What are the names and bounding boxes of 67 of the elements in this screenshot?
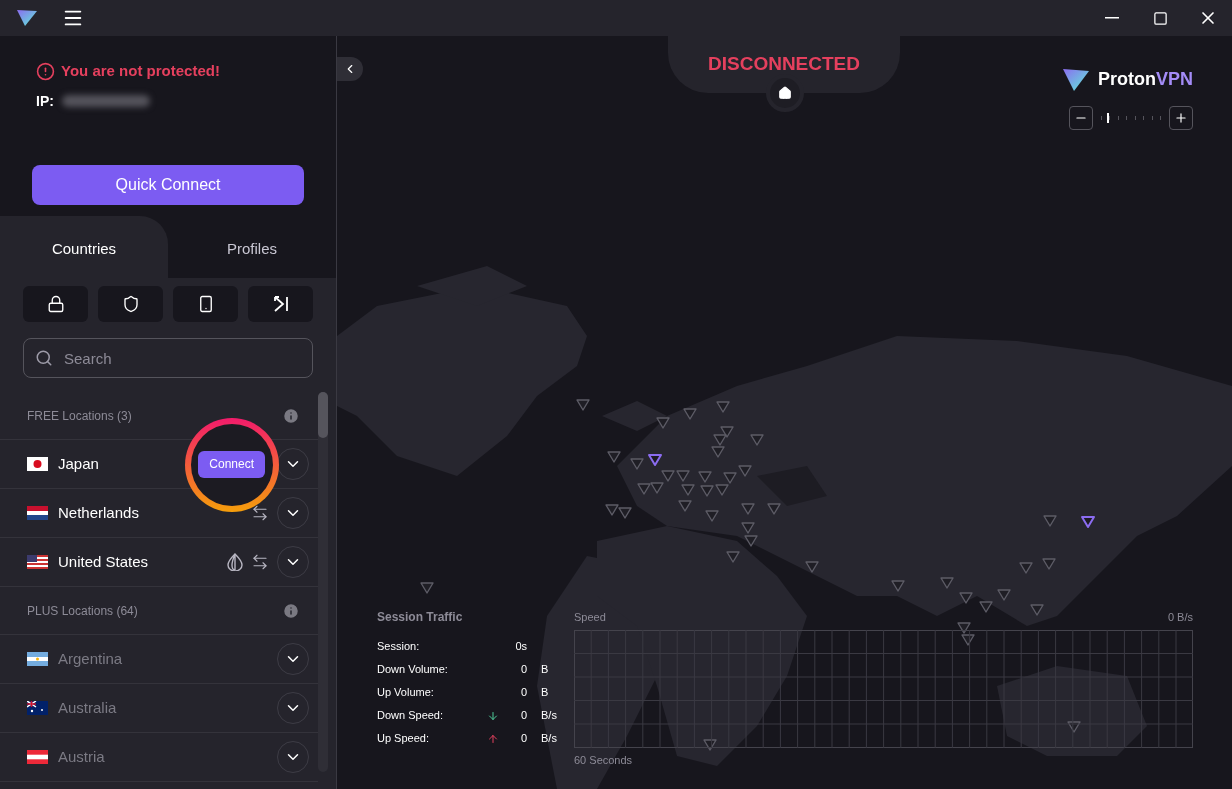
traffic-value: 0s <box>514 639 527 655</box>
graph-span: 60 Seconds <box>574 752 634 768</box>
logo-icon <box>1062 67 1090 92</box>
filter-button[interactable] <box>248 286 313 322</box>
filter-button[interactable] <box>173 286 238 322</box>
down-arrow-icon <box>487 709 499 722</box>
up-arrow-icon <box>487 732 499 745</box>
lock-icon <box>46 295 65 313</box>
graph-max: 0 B/s <box>1167 610 1193 625</box>
zoom-in-button[interactable] <box>1169 106 1193 130</box>
group-heading: FREE Locations (3) <box>27 407 132 425</box>
country-row[interactable]: United States <box>0 538 318 587</box>
connect-button[interactable]: Connect <box>198 450 265 478</box>
country-name: United States <box>58 551 149 572</box>
session-traffic-title: Session Traffic <box>377 609 464 626</box>
arrows-icon <box>251 553 269 571</box>
flag-icon <box>27 701 48 715</box>
shield-icon <box>121 295 140 313</box>
plus-icon <box>1174 111 1188 125</box>
info-icon <box>282 601 300 620</box>
tab[interactable]: Countries <box>0 216 168 278</box>
country-name: Netherlands <box>58 502 139 523</box>
maximize-icon <box>1152 10 1168 26</box>
traffic-unit: B/s <box>541 731 557 747</box>
traffic-label: Down Speed: <box>377 708 445 724</box>
traffic-value: 0 <box>519 731 527 747</box>
country-name: Japan <box>58 453 99 474</box>
country-name: Argentina <box>58 648 123 669</box>
traffic-label: Session: <box>377 639 421 655</box>
flag-icon <box>27 652 48 666</box>
flag-icon <box>27 457 48 471</box>
collapse-button[interactable] <box>337 57 363 81</box>
traffic-unit: B <box>541 685 549 701</box>
traffic-label: Up Volume: <box>377 685 435 701</box>
home-icon <box>778 86 792 100</box>
connection-status: DISCONNECTED <box>708 52 860 77</box>
minimize-icon <box>1105 17 1119 19</box>
filter-button[interactable] <box>23 286 88 322</box>
arrows-icon <box>251 504 269 522</box>
search-icon <box>35 349 53 367</box>
traffic-value: 0 <box>519 662 527 678</box>
filter-button[interactable] <box>98 286 163 322</box>
info-icon <box>282 406 300 425</box>
zoom-slider[interactable] <box>1101 110 1161 126</box>
traffic-label: Up Speed: <box>377 731 430 747</box>
alert-icon <box>36 61 55 81</box>
traffic-unit: B/s <box>541 708 557 724</box>
flag-icon <box>27 750 48 764</box>
traffic-label: Down Volume: <box>377 662 449 678</box>
flag-icon <box>27 506 48 520</box>
traffic-value: 0 <box>519 685 527 701</box>
traffic-value: 0 <box>519 708 527 724</box>
arrow-bar-icon <box>271 295 290 313</box>
quick-connect-button[interactable]: Quick Connect <box>32 165 304 205</box>
traffic-unit: B <box>541 662 549 678</box>
onion-icon <box>227 553 243 571</box>
flag-icon <box>27 555 48 569</box>
ip-label: IP: <box>36 91 54 111</box>
country-name: Austria <box>58 746 105 767</box>
brand-name: ProtonVPN <box>1098 68 1193 91</box>
search-field[interactable]: Search <box>23 338 313 378</box>
zoom-out-button[interactable] <box>1069 106 1093 130</box>
group-heading: PLUS Locations (64) <box>27 602 138 620</box>
country-name: Australia <box>58 697 117 718</box>
graph-title: Speed <box>574 610 606 625</box>
warning-text: You are not protected! <box>61 61 220 81</box>
logo-icon <box>16 9 38 27</box>
